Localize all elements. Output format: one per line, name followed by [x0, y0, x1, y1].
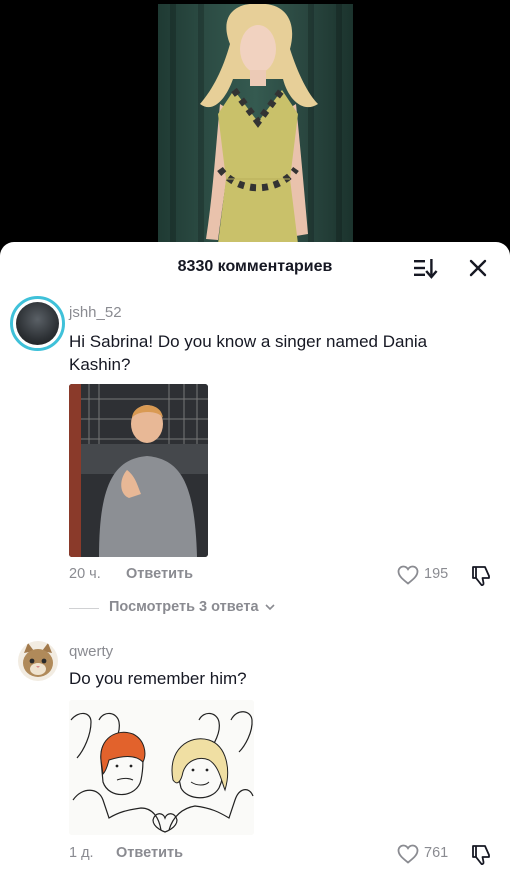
sheet-header: 8330 комментариев: [0, 242, 510, 294]
close-button[interactable]: [466, 256, 490, 280]
like-button[interactable]: 195: [396, 563, 452, 587]
avatar[interactable]: [10, 296, 65, 351]
like-count: 195: [424, 566, 449, 582]
comment-drawing: [69, 700, 254, 835]
sort-button[interactable]: [412, 256, 438, 280]
reply-button[interactable]: Ответить: [116, 845, 183, 861]
chevron-down-icon: [264, 604, 275, 611]
close-icon: [469, 259, 487, 277]
like-button[interactable]: 761: [396, 842, 452, 866]
thumb-down-icon: [472, 845, 490, 866]
sort-icon: [414, 259, 438, 279]
heart-outline-icon: [397, 844, 419, 864]
view-replies-label: Посмотреть 3 ответа: [109, 599, 259, 615]
like-count: 761: [424, 845, 449, 861]
comment-username[interactable]: qwerty: [69, 643, 113, 660]
comment-image[interactable]: [69, 700, 254, 835]
comment-text: Hi Sabrina! Do you know a singer named D…: [69, 332, 428, 374]
avatar[interactable]: [18, 641, 58, 681]
replies-divider: [69, 608, 99, 609]
comment-username[interactable]: jshh_52: [69, 304, 122, 321]
comments-sheet: 8330 комментариев jshh_52 Hi Sabrina! Do…: [0, 242, 510, 875]
comment-timestamp: 20 ч.: [69, 566, 101, 582]
cat-avatar-image: [23, 643, 53, 677]
comment-timestamp: 1 д.: [69, 845, 94, 861]
comment-photo: [69, 384, 208, 557]
comment-image[interactable]: [69, 384, 208, 557]
video-person-figure: [200, 4, 318, 260]
video-frame: [158, 4, 353, 260]
heart-outline-icon: [397, 565, 419, 585]
comment-text: Do you remember him?: [69, 669, 247, 688]
video-player[interactable]: [0, 0, 510, 260]
thumb-down-icon: [472, 566, 490, 587]
dislike-button[interactable]: [470, 564, 492, 588]
dislike-button[interactable]: [470, 843, 492, 867]
reply-button[interactable]: Ответить: [126, 566, 193, 582]
